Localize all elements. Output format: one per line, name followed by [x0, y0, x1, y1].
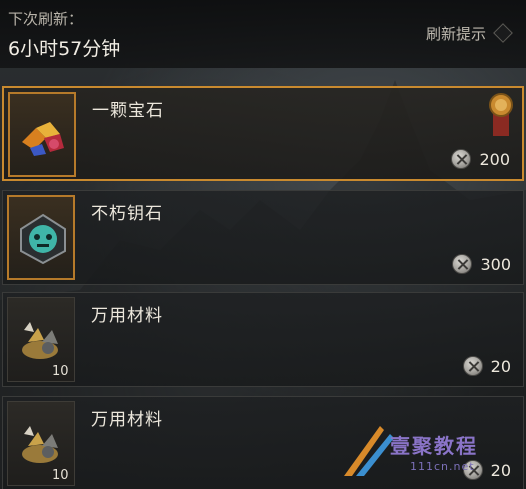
gems-icon: [22, 122, 64, 156]
shop-item-materials[interactable]: 10 万用材料 20: [2, 292, 524, 387]
price-value: 20: [490, 356, 511, 376]
item-name: 万用材料: [91, 410, 163, 430]
refresh-countdown: 6小时57分钟: [8, 38, 121, 60]
item-icon-slot: [8, 92, 76, 177]
refresh-label: 下次刷新：: [8, 10, 84, 28]
item-price: 300: [452, 254, 511, 274]
header: 下次刷新： 6小时57分钟 刷新提示: [0, 0, 526, 68]
item-quantity: 10: [52, 468, 69, 483]
item-quantity: 10: [52, 364, 69, 379]
diamond-icon: [493, 23, 513, 43]
refresh-hint-toggle[interactable]: 刷新提示: [426, 18, 516, 48]
shop-item-materials[interactable]: 10 万用材料 20: [2, 396, 524, 489]
platinum-coin-icon: [451, 149, 472, 169]
platinum-coin-icon: [452, 254, 473, 274]
platinum-coin-icon: [462, 356, 483, 376]
price-value: 200: [479, 149, 510, 169]
item-price: 200: [451, 149, 510, 169]
materials-icon: [22, 426, 58, 463]
item-price: 20: [462, 356, 511, 376]
item-icon-slot: [7, 195, 75, 280]
item-icon-slot: 10: [7, 401, 75, 486]
platinum-coin-icon: [462, 460, 483, 480]
price-value: 300: [480, 254, 511, 274]
item-price: 20: [462, 460, 511, 480]
keystone-icon: [20, 213, 66, 265]
shop-item-keystone[interactable]: 不朽钥石 300: [2, 190, 524, 285]
shop-item-gem[interactable]: 一颗宝石 200: [2, 86, 524, 181]
price-value: 20: [490, 460, 511, 480]
item-name: 一颗宝石: [92, 101, 164, 121]
item-icon-slot: 10: [7, 297, 75, 382]
item-name: 不朽钥石: [91, 204, 163, 224]
refresh-hint-label: 刷新提示: [425, 24, 486, 43]
medal-icon: [489, 93, 513, 136]
materials-icon: [22, 322, 58, 359]
item-name: 万用材料: [91, 306, 163, 326]
